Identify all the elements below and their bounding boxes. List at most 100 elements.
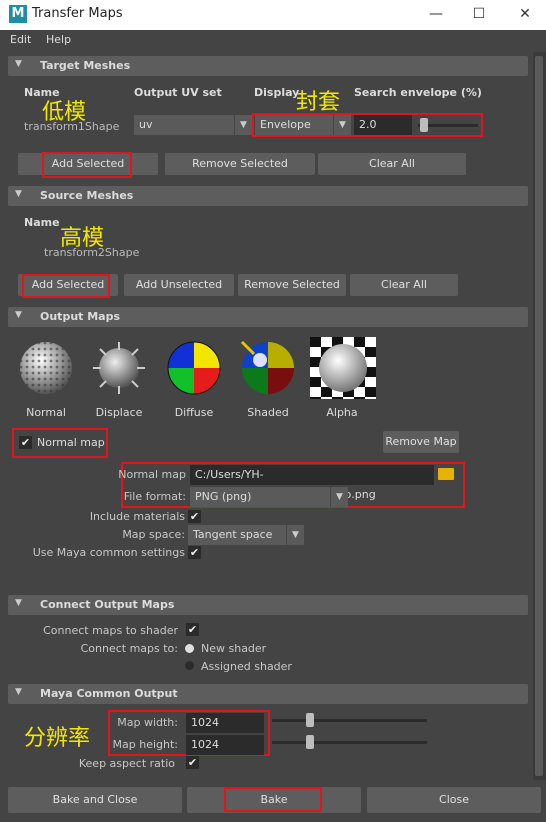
window-title: Transfer Maps xyxy=(32,6,123,21)
alpha-map-label[interactable]: Alpha xyxy=(306,406,378,419)
include-materials-checkbox[interactable]: ✔ xyxy=(188,510,201,523)
button-label: Remove Selected xyxy=(244,278,340,291)
use-common-settings-checkbox[interactable]: ✔ xyxy=(188,546,201,559)
file-format-dropdown[interactable]: PNG (png) xyxy=(190,487,330,507)
section-title: Source Meshes xyxy=(40,189,134,202)
button-label: Clear All xyxy=(381,278,427,291)
shaded-map-icon[interactable] xyxy=(240,340,296,396)
displace-map-icon[interactable] xyxy=(91,340,147,396)
map-height-slider-thumb[interactable] xyxy=(306,735,314,749)
col-display-header: Display xyxy=(254,86,300,99)
button-label: Bake and Close xyxy=(52,793,138,806)
file-format-label: File format: xyxy=(123,490,186,503)
source-mesh-name[interactable]: transform2Shape xyxy=(44,246,139,259)
map-width-slider-thumb[interactable] xyxy=(306,713,314,727)
chevron-down-icon[interactable]: ▼ xyxy=(234,115,252,135)
display-dropdown[interactable]: Envelope xyxy=(255,115,333,135)
scrollbar-thumb[interactable] xyxy=(535,56,543,776)
annotation-resolution: 分辨率 xyxy=(24,726,91,751)
section-title: Maya Common Output xyxy=(40,687,178,700)
connect-to-shader-checkbox[interactable]: ✔ xyxy=(186,623,199,636)
diffuse-map-icon[interactable] xyxy=(166,340,222,396)
menu-edit[interactable]: Edit xyxy=(10,33,31,46)
envelope-input[interactable]: 2.0 xyxy=(354,115,412,135)
close-window-button[interactable]: ✕ xyxy=(514,4,536,24)
button-label: Clear All xyxy=(369,157,415,170)
uv-set-dropdown[interactable]: uv xyxy=(134,115,234,135)
highlight-box xyxy=(42,152,132,178)
menu-help[interactable]: Help xyxy=(46,33,71,46)
radio-assigned-shader[interactable] xyxy=(185,661,194,670)
radio-new-shader-label: New shader xyxy=(201,642,267,655)
use-common-settings-label: Use Maya common settings xyxy=(32,546,185,559)
title-bar: M Transfer Maps — ☐ ✕ xyxy=(0,0,546,30)
minimize-button[interactable]: — xyxy=(425,4,447,24)
source-clear-all-button[interactable]: Clear All xyxy=(350,274,458,296)
target-mesh-name[interactable]: transform1Shape xyxy=(24,120,119,133)
button-label: Add Unselected xyxy=(135,278,223,291)
source-remove-selected-button[interactable]: Remove Selected xyxy=(238,274,346,296)
maya-app-icon: M xyxy=(9,5,27,23)
section-title: Connect Output Maps xyxy=(40,598,175,611)
map-space-label: Map space: xyxy=(122,528,185,541)
connect-to-shader-label: Connect maps to shader xyxy=(43,624,178,637)
button-label: Close xyxy=(439,793,469,806)
highlight-box xyxy=(224,787,322,812)
alpha-map-icon[interactable] xyxy=(310,337,376,399)
bake-and-close-button[interactable]: Bake and Close xyxy=(8,787,182,813)
section-output-maps[interactable]: ▼ Output Maps xyxy=(8,307,528,327)
target-clear-all-button[interactable]: Clear All xyxy=(318,153,466,175)
collapse-arrow-icon: ▼ xyxy=(15,687,22,697)
chevron-down-icon[interactable]: ▼ xyxy=(286,525,304,545)
col-name-header: Name xyxy=(24,216,60,229)
collapse-arrow-icon: ▼ xyxy=(15,598,22,608)
map-space-dropdown[interactable]: Tangent space xyxy=(188,525,286,545)
collapse-arrow-icon: ▼ xyxy=(15,189,22,199)
highlight-box xyxy=(22,274,110,298)
section-connect-output-maps[interactable]: ▼ Connect Output Maps xyxy=(8,595,528,615)
normal-map-label[interactable]: Normal xyxy=(10,406,82,419)
include-materials-label: Include materials xyxy=(89,510,185,523)
section-target-meshes[interactable]: ▼ Target Meshes xyxy=(8,56,528,76)
map-height-slider-track[interactable] xyxy=(272,741,427,744)
connect-to-label: Connect maps to: xyxy=(80,642,178,655)
collapse-arrow-icon: ▼ xyxy=(15,310,22,320)
diffuse-map-label[interactable]: Diffuse xyxy=(158,406,230,419)
target-remove-selected-button[interactable]: Remove Selected xyxy=(165,153,315,175)
button-label: Remove Selected xyxy=(192,157,288,170)
displace-map-label[interactable]: Displace xyxy=(83,406,155,419)
button-label: Remove Map xyxy=(385,435,457,448)
normal-map-path-label: Normal map xyxy=(118,468,186,481)
folder-icon[interactable] xyxy=(438,468,454,480)
section-source-meshes[interactable]: ▼ Source Meshes xyxy=(8,186,528,206)
collapse-arrow-icon: ▼ xyxy=(15,59,22,69)
normal-map-checkbox-label: Normal map xyxy=(37,436,105,449)
normal-map-path-input[interactable]: C:/Users/YH-10329/Desktop/normal_map.png xyxy=(190,465,434,501)
map-width-label: Map width: xyxy=(117,716,178,729)
section-title: Target Meshes xyxy=(40,59,131,72)
col-uv-header: Output UV set xyxy=(134,86,222,99)
envelope-slider-thumb[interactable] xyxy=(420,118,428,132)
menu-bar: Edit Help xyxy=(0,30,546,50)
maximize-button[interactable]: ☐ xyxy=(468,4,490,24)
radio-assigned-shader-label: Assigned shader xyxy=(201,660,292,673)
close-button[interactable]: Close xyxy=(367,787,541,813)
annotation-envelope: 封套 xyxy=(296,90,341,115)
radio-new-shader[interactable] xyxy=(185,644,194,653)
map-height-label: Map height: xyxy=(112,738,178,751)
remove-map-button[interactable]: Remove Map xyxy=(383,431,459,453)
col-envelope-header: Search envelope (%) xyxy=(354,86,482,99)
shaded-map-label[interactable]: Shaded xyxy=(232,406,304,419)
map-width-slider-track[interactable] xyxy=(272,719,427,722)
normal-map-checkbox[interactable]: ✔ xyxy=(19,436,32,449)
chevron-down-icon[interactable]: ▼ xyxy=(330,487,348,507)
keep-aspect-checkbox[interactable]: ✔ xyxy=(186,756,199,769)
map-width-input[interactable]: 1024 xyxy=(186,713,264,733)
chevron-down-icon[interactable]: ▼ xyxy=(333,115,351,135)
keep-aspect-label: Keep aspect ratio xyxy=(78,757,175,770)
normal-map-icon[interactable] xyxy=(18,340,74,396)
map-height-input[interactable]: 1024 xyxy=(186,735,264,755)
section-maya-common-output[interactable]: ▼ Maya Common Output xyxy=(8,684,528,704)
section-title: Output Maps xyxy=(40,310,121,323)
source-add-unselected-button[interactable]: Add Unselected xyxy=(124,274,234,296)
